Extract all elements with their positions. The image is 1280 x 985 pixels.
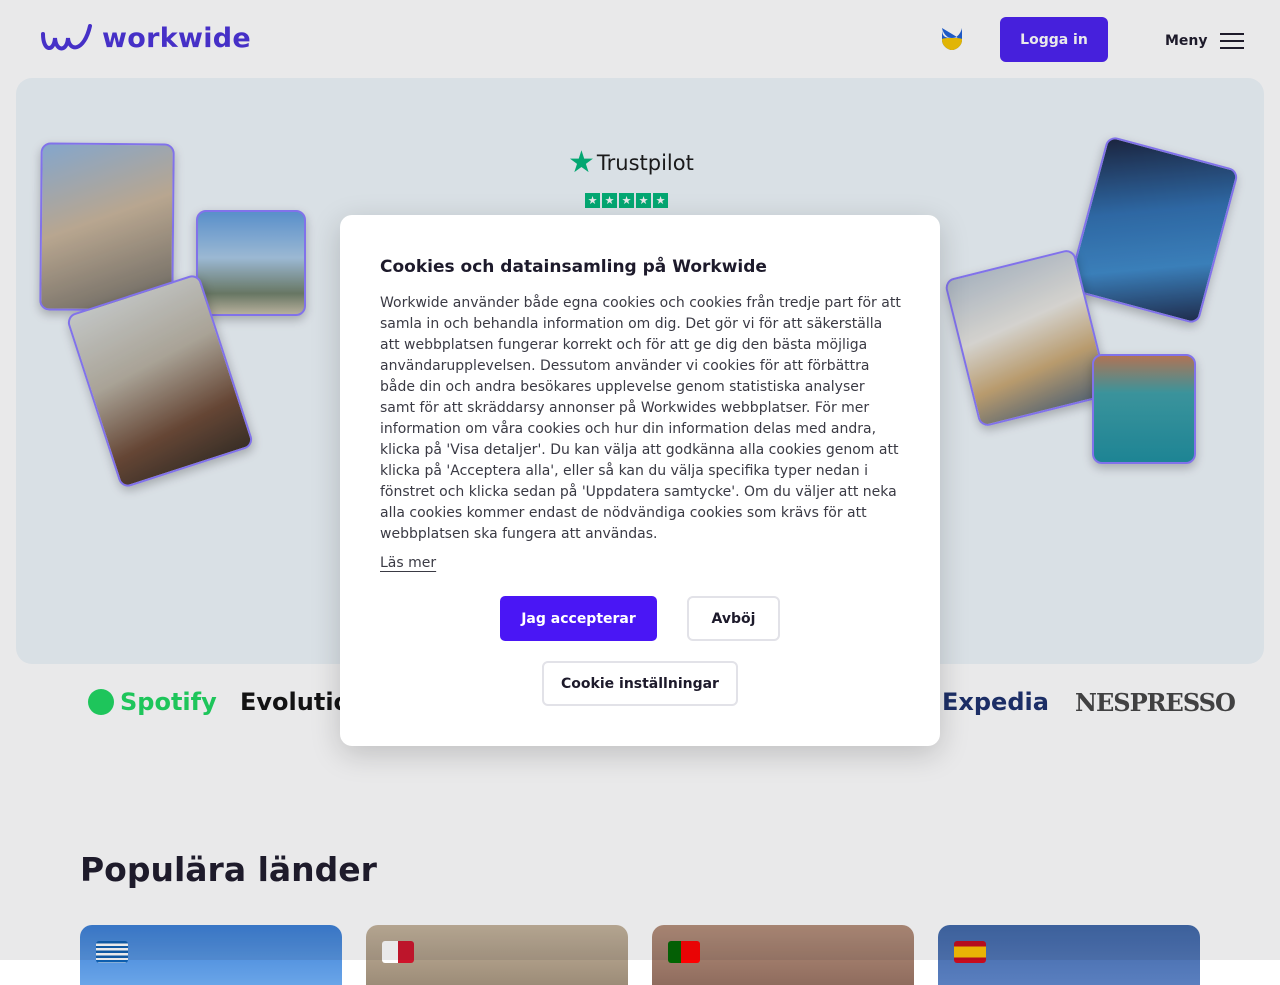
cookie-consent-dialog: Cookies och datainsamling på Workwide Wo… [340, 215, 940, 746]
cookie-settings-button[interactable]: Cookie inställningar [542, 661, 738, 706]
cookie-dialog-title: Cookies och datainsamling på Workwide [380, 257, 767, 277]
read-more-link[interactable]: Läs mer [380, 555, 436, 571]
decline-cookies-button[interactable]: Avböj [687, 596, 780, 641]
accept-cookies-button[interactable]: Jag accepterar [500, 596, 657, 641]
cookie-dialog-body: Workwide använder både egna cookies och … [380, 295, 901, 542]
